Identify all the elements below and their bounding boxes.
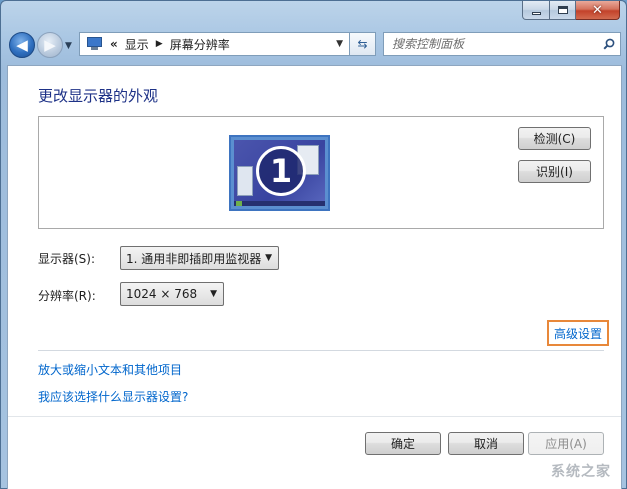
detect-button[interactable]: 检测(C) [518,127,591,150]
monitor-icon [86,37,104,51]
search-input[interactable] [384,34,598,54]
forward-button[interactable]: ▶ [37,32,63,58]
resolution-select[interactable]: 1024 × 768 ▼ [120,282,224,306]
refresh-icon: ⇆ [357,37,368,51]
ok-button[interactable]: 确定 [365,432,441,455]
mini-window-icon [237,166,253,196]
maximize-button[interactable] [550,1,576,20]
display-select[interactable]: 1. 通用非即插即用监视器 ▼ [120,246,279,270]
address-dropdown-icon[interactable]: ▼ [336,39,343,49]
resolution-label: 分辨率(R): [38,289,96,303]
monitor-screen: 1 [234,140,325,206]
advanced-settings-link[interactable]: 高级设置 [547,320,609,346]
chevron-down-icon: ▼ [265,253,272,263]
breadcrumb-overflow[interactable]: « [110,37,118,51]
back-button[interactable]: ◀ [9,32,35,58]
forward-arrow-icon: ▶ [44,36,56,54]
maximize-icon [557,6,568,14]
navigation-bar: ◀ ▶ ▼ « 显示 ▶ 屏幕分辨率 ▼ ⇆ [7,29,621,61]
close-button[interactable]: ✕ [576,1,620,20]
identify-button[interactable]: 识别(I) [518,160,591,183]
back-arrow-icon: ◀ [16,36,28,54]
refresh-button[interactable]: ⇆ [350,32,376,56]
breadcrumb-screen-resolution[interactable]: 屏幕分辨率 [170,36,230,53]
recent-pages-dropdown[interactable]: ▼ [65,41,72,51]
minimize-icon [531,11,541,15]
breadcrumb-separator-icon[interactable]: ▶ [156,39,163,49]
monitor-preview-area: 1 检测(C) 识别(I) [38,116,604,229]
watermark: 系统之家 [551,464,611,480]
search-box[interactable] [383,32,621,56]
chevron-down-icon: ▼ [210,289,217,299]
close-icon: ✕ [592,2,603,18]
resolution-select-value: 1024 × 768 [126,287,198,301]
apply-button[interactable]: 应用(A) [528,432,604,455]
breadcrumb-display[interactable]: 显示 [125,36,149,53]
minimize-button[interactable] [522,1,550,20]
monitor-1-tile[interactable]: 1 [229,135,330,211]
section-divider [38,350,604,351]
cancel-button[interactable]: 取消 [448,432,524,455]
monitor-number-badge: 1 [256,146,306,196]
search-icon[interactable] [598,38,620,50]
display-settings-help-link[interactable]: 我应该选择什么显示器设置? [38,388,188,405]
window-frame: ✕ ◀ ▶ ▼ « 显示 ▶ 屏幕分辨率 ▼ ⇆ 搜索控制面板 更改显示器的外观… [0,0,627,489]
display-label: 显示器(S): [38,252,96,266]
footer-divider [8,416,621,417]
mini-start-icon [236,201,242,206]
caption-buttons: ✕ [522,1,620,20]
page-title: 更改显示器的外观 [38,87,159,105]
content-pane: 更改显示器的外观 1 检测(C) 识别(I) 显示器(S): 1. 通用非即插即… [7,65,622,489]
text-size-link[interactable]: 放大或缩小文本和其他项目 [38,361,182,378]
display-select-value: 1. 通用非即插即用监视器 [126,251,262,266]
mini-taskbar [234,201,325,206]
address-bar[interactable]: « 显示 ▶ 屏幕分辨率 ▼ [79,32,350,56]
